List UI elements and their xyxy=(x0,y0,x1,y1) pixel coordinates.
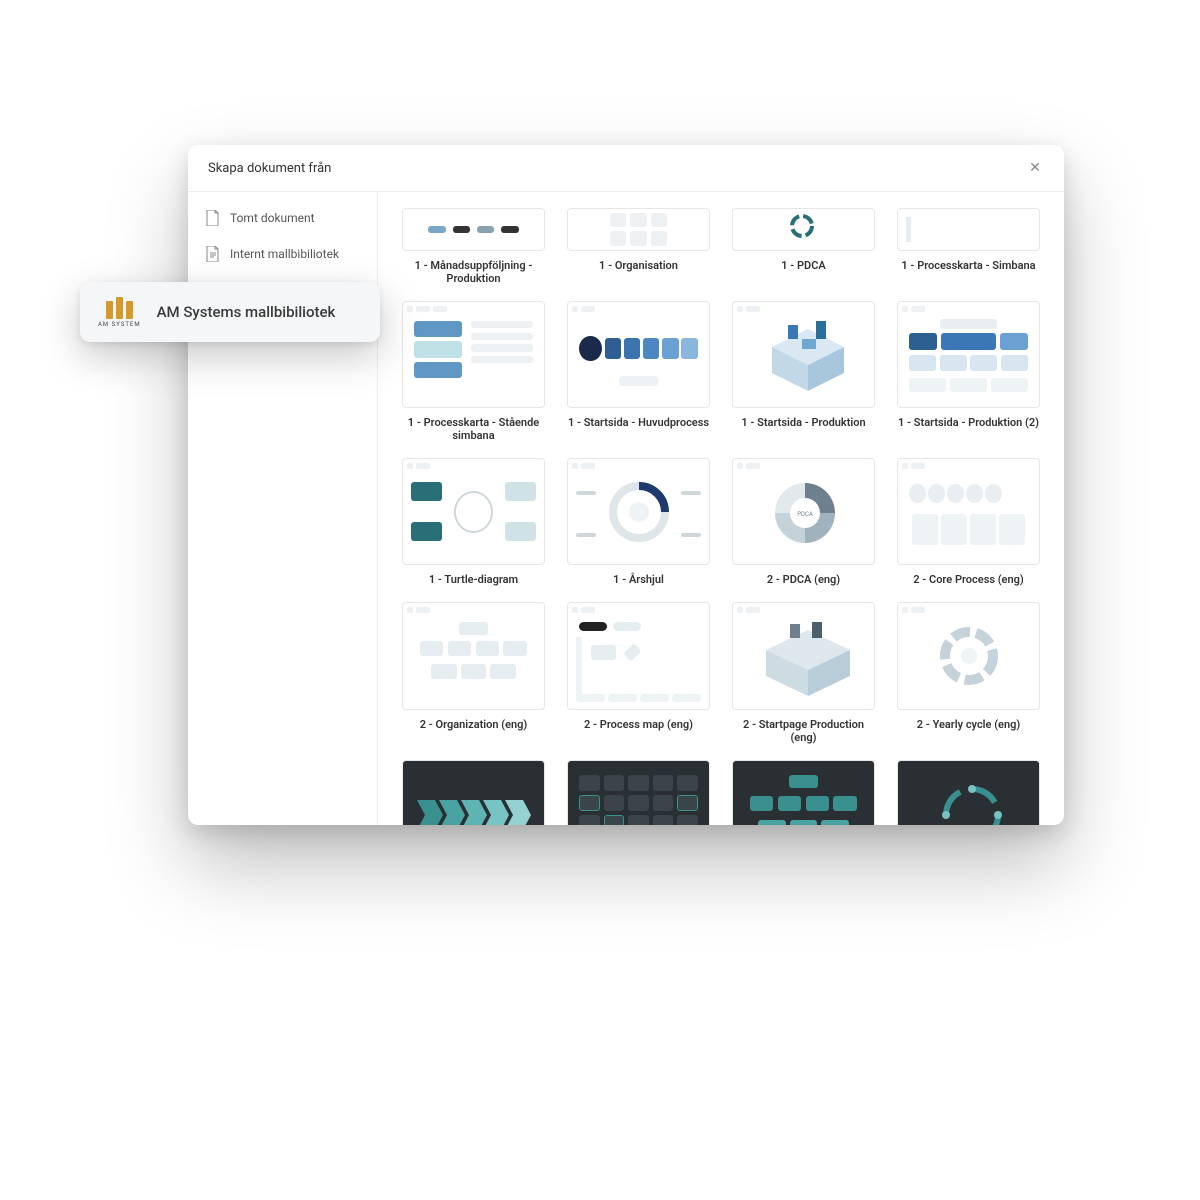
template-label: 1 - Månadsuppföljning - Produktion xyxy=(402,259,545,285)
template-card[interactable] xyxy=(402,760,545,825)
template-thumbnail xyxy=(732,301,875,408)
template-label: 1 - Årshjul xyxy=(613,573,664,586)
create-document-modal: Skapa dokument från ✕ Tomt dokument Inte… xyxy=(188,145,1064,825)
template-thumbnail xyxy=(402,760,545,825)
template-label: 2 - Core Process (eng) xyxy=(913,573,1024,586)
template-card[interactable]: 1 - PDCA xyxy=(732,208,875,285)
template-thumbnail xyxy=(567,760,710,825)
template-thumbnail: PDCA xyxy=(732,458,875,565)
template-card[interactable]: 1 - Startsida - Huvudprocess xyxy=(567,301,710,442)
template-thumbnail xyxy=(732,602,875,709)
chevron-flow-icon xyxy=(417,790,537,825)
modal-title: Skapa dokument från xyxy=(208,161,331,176)
template-card[interactable] xyxy=(567,760,710,825)
template-thumbnail xyxy=(732,208,875,251)
callout-am-systems-library[interactable]: AM SYSTEM AM Systems mallbibiliotek xyxy=(80,282,380,342)
template-card[interactable]: 1 - Startsida - Produktion xyxy=(732,301,875,442)
pdca-cycle-icon xyxy=(937,780,1007,825)
sidebar-item-label: Tomt dokument xyxy=(230,211,315,225)
callout-label: AM Systems mallbibiliotek xyxy=(157,303,336,321)
template-thumbnail xyxy=(732,760,875,825)
annual-wheel-icon xyxy=(937,624,1001,688)
template-card[interactable]: 1 - Organisation xyxy=(567,208,710,285)
modal-header: Skapa dokument från ✕ xyxy=(188,145,1064,191)
template-card[interactable]: 1 - Processkarta - Simbana xyxy=(897,208,1040,285)
template-label: 1 - Organisation xyxy=(599,259,678,272)
template-thumbnail xyxy=(567,301,710,408)
template-thumbnail xyxy=(567,602,710,709)
sidebar-item-blank-document[interactable]: Tomt dokument xyxy=(188,200,377,236)
template-thumbnail xyxy=(402,208,545,251)
template-card[interactable]: 2 - Startpage Production (eng) xyxy=(732,602,875,743)
template-thumbnail xyxy=(897,301,1040,408)
sidebar-item-internal-library[interactable]: Internt mallbibiliotek xyxy=(188,236,377,272)
template-label: 2 - Process map (eng) xyxy=(584,718,693,731)
template-label: 1 - Processkarta - Stående simbana xyxy=(402,416,545,442)
template-card[interactable]: 1 - Processkarta - Stående simbana xyxy=(402,301,545,442)
template-thumbnail xyxy=(567,208,710,251)
close-icon[interactable]: ✕ xyxy=(1026,159,1044,177)
template-label: 2 - Startpage Production (eng) xyxy=(732,718,875,744)
template-thumbnail xyxy=(897,458,1040,565)
template-grid: 1 - Månadsuppföljning - Produktion 1 - O… xyxy=(378,192,1064,825)
document-blank-icon xyxy=(206,210,220,226)
document-lines-icon xyxy=(206,246,220,262)
template-card[interactable] xyxy=(897,760,1040,825)
template-label: 1 - Startsida - Produktion (2) xyxy=(898,416,1039,429)
template-thumbnail xyxy=(897,208,1040,251)
template-card[interactable] xyxy=(732,760,875,825)
pdca-cycle-icon: PDCA xyxy=(770,478,840,548)
template-thumbnail xyxy=(402,301,545,408)
logo-brand-text: AM SYSTEM xyxy=(98,321,141,328)
template-card[interactable]: 2 - Core Process (eng) xyxy=(897,458,1040,586)
template-thumbnail xyxy=(897,760,1040,825)
sidebar-item-label: Internt mallbibiliotek xyxy=(230,247,339,261)
template-label: 1 - PDCA xyxy=(781,259,826,272)
template-card[interactable]: 2 - Organization (eng) xyxy=(402,602,545,743)
svg-text:PDCA: PDCA xyxy=(797,511,813,518)
template-label: 1 - Turtle-diagram xyxy=(429,573,518,586)
template-label: 1 - Processkarta - Simbana xyxy=(901,259,1035,272)
template-thumbnail xyxy=(402,458,545,565)
template-card[interactable]: 1 - Årshjul xyxy=(567,458,710,586)
template-card[interactable]: PDCA 2 - PDCA (eng) xyxy=(732,458,875,586)
template-thumbnail xyxy=(567,458,710,565)
template-label: 2 - PDCA (eng) xyxy=(767,573,840,586)
template-card[interactable]: 1 - Månadsuppföljning - Produktion xyxy=(402,208,545,285)
template-thumbnail xyxy=(897,602,1040,709)
template-card[interactable]: 1 - Startsida - Produktion (2) xyxy=(897,301,1040,442)
cycle-icon xyxy=(782,213,822,239)
template-label: 1 - Startsida - Produktion xyxy=(741,416,865,429)
annual-wheel-icon xyxy=(607,480,671,544)
template-card[interactable]: 2 - Yearly cycle (eng) xyxy=(897,602,1040,743)
template-thumbnail xyxy=(402,602,545,709)
template-card[interactable]: 1 - Turtle-diagram xyxy=(402,458,545,586)
template-label: 2 - Organization (eng) xyxy=(420,718,528,731)
template-label: 1 - Startsida - Huvudprocess xyxy=(568,416,709,429)
template-card[interactable]: 2 - Process map (eng) xyxy=(567,602,710,743)
template-label: 2 - Yearly cycle (eng) xyxy=(917,718,1020,731)
isometric-factory-icon xyxy=(756,622,860,696)
am-system-logo: AM SYSTEM xyxy=(98,297,141,328)
isometric-factory-icon xyxy=(758,321,858,395)
